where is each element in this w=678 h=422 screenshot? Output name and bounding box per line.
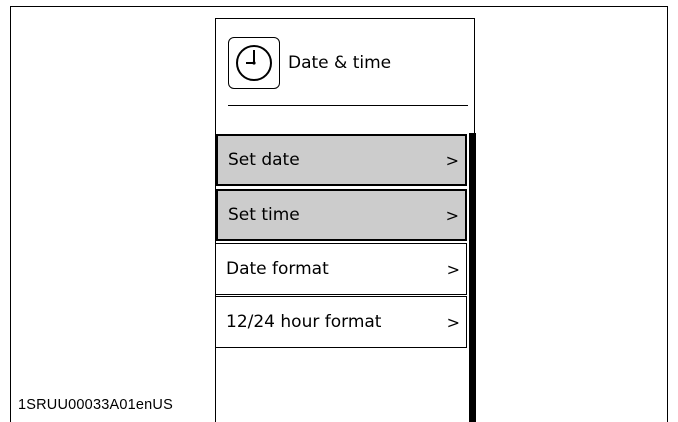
- device-screen: Date & time Set date > Set time > Date f…: [215, 18, 476, 422]
- menu-item-date-format[interactable]: Date format >: [216, 243, 467, 295]
- menu-item-set-time[interactable]: Set time >: [216, 189, 467, 241]
- chevron-right-icon: >: [445, 150, 459, 170]
- header-divider: [228, 105, 468, 106]
- chevron-right-icon: >: [445, 205, 459, 225]
- scrollbar[interactable]: [468, 133, 476, 422]
- menu-item-12-24-hour-format[interactable]: 12/24 hour format >: [216, 296, 467, 348]
- chevron-right-icon: >: [446, 312, 460, 332]
- menu-item-label: Set time: [228, 205, 300, 225]
- menu-item-label: 12/24 hour format: [226, 312, 382, 332]
- menu-item-label: Set date: [228, 150, 300, 170]
- page-title: Date & time: [288, 53, 392, 73]
- clock-icon: [228, 37, 280, 89]
- menu-item-set-date[interactable]: Set date >: [216, 134, 467, 186]
- document-id: 1SRUU00033A01enUS: [18, 397, 173, 413]
- chevron-right-icon: >: [446, 259, 460, 279]
- screen-header: Date & time: [228, 37, 391, 89]
- menu-item-label: Date format: [226, 259, 329, 279]
